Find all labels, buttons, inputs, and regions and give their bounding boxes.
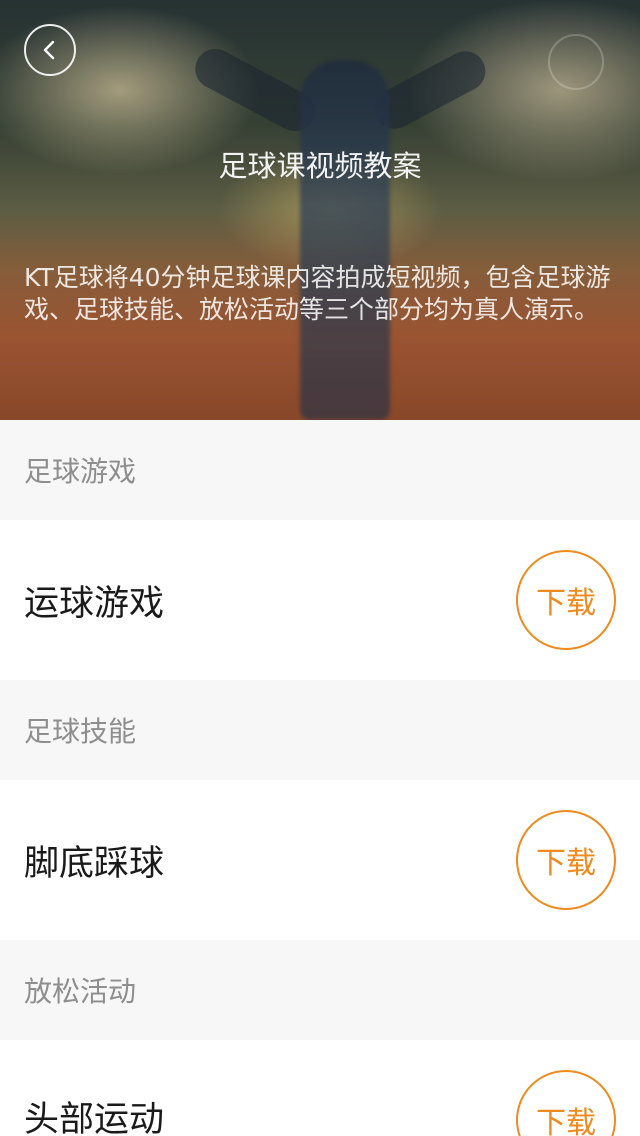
download-button[interactable]: 下载 xyxy=(516,810,616,910)
list-item[interactable]: 脚底踩球 下载 xyxy=(0,780,640,940)
item-title: 脚底踩球 xyxy=(24,843,165,884)
page-description: KT足球将40分钟足球课内容拍成短视频，包含足球游戏、足球技能、放松活动等三个部… xyxy=(24,263,611,324)
item-title: 头部运动 xyxy=(24,1100,165,1136)
list-item[interactable]: 运球游戏 下载 xyxy=(0,520,640,680)
section-label: 足球游戏 xyxy=(24,455,137,488)
hero-banner: 足球课视频教案 KT足球将40分钟足球课内容拍成短视频，包含足球游戏、足球技能、… xyxy=(0,0,640,420)
section-header-games: 足球游戏 xyxy=(0,420,640,520)
faded-circle-button xyxy=(548,34,604,90)
back-button[interactable] xyxy=(24,24,76,76)
item-title: 运球游戏 xyxy=(24,583,165,624)
section-label: 足球技能 xyxy=(24,715,137,748)
hero-overlay xyxy=(0,0,640,420)
list-item[interactable]: 头部运动 下载 xyxy=(0,1040,640,1136)
download-button[interactable]: 下载 xyxy=(516,1070,616,1136)
section-header-relax: 放松活动 xyxy=(0,940,640,1040)
page-title: 足球课视频教案 xyxy=(218,149,422,183)
download-button[interactable]: 下载 xyxy=(516,550,616,650)
section-header-skills: 足球技能 xyxy=(0,680,640,780)
chevron-left-icon xyxy=(43,40,55,60)
section-label: 放松活动 xyxy=(24,975,137,1008)
